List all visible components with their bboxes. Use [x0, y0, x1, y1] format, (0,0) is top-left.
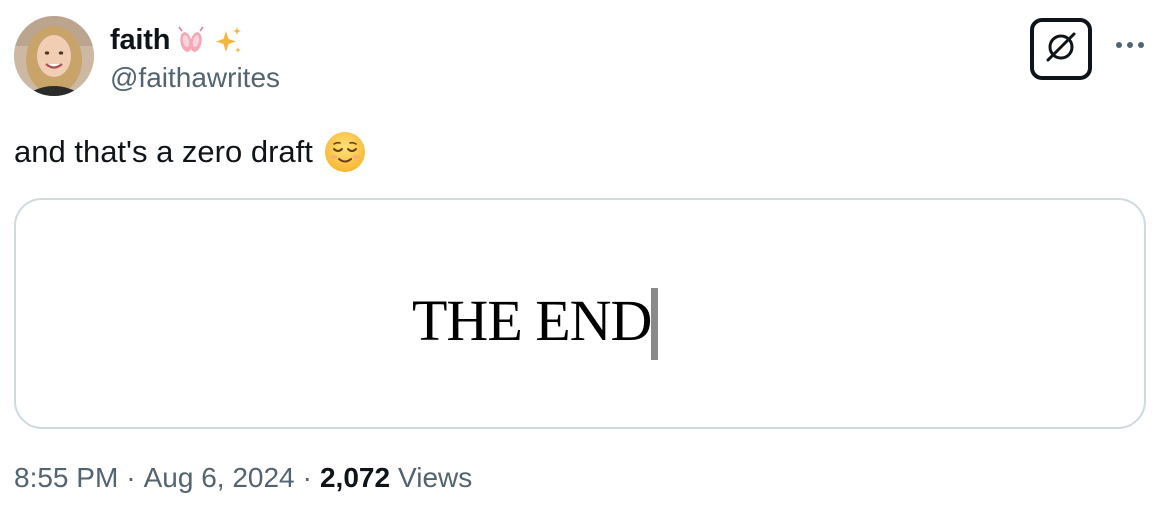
more-options-icon	[1116, 42, 1122, 48]
sparkles-icon	[212, 25, 242, 55]
relieved-face-icon	[323, 130, 367, 174]
author-name-row[interactable]: faith	[110, 20, 242, 60]
avatar[interactable]	[14, 16, 94, 96]
the-end-text: THE END	[412, 288, 652, 353]
meta-separator: ·	[302, 462, 312, 493]
tweet-time[interactable]: 8:55 PM	[14, 462, 118, 494]
ballet-shoes-icon	[176, 25, 206, 55]
views-label[interactable]: Views	[398, 462, 472, 494]
author-handle[interactable]: @faithawrites	[110, 62, 280, 94]
media-image[interactable]: THE END	[14, 198, 1146, 429]
views-count[interactable]: 2,072	[320, 462, 390, 494]
tweet-meta: 8:55 PM · Aug 6, 2024 · 2,072 Views	[14, 462, 472, 494]
tweet-text-content: and that's a zero draft	[14, 134, 313, 169]
meta-separator: ·	[126, 462, 136, 493]
author-display-name[interactable]: faith	[110, 24, 170, 57]
more-options-button[interactable]	[1108, 30, 1152, 60]
tweet-text: and that's a zero draft	[14, 130, 367, 174]
grok-button[interactable]	[1030, 18, 1092, 80]
document-text: THE END	[412, 278, 659, 360]
tweet-date[interactable]: Aug 6, 2024	[144, 462, 295, 494]
avatar-photo	[14, 16, 94, 96]
grok-icon	[1041, 27, 1081, 72]
text-cursor	[651, 288, 659, 360]
tweet: faith @faithawrites and that's a zero dr…	[0, 0, 1170, 508]
